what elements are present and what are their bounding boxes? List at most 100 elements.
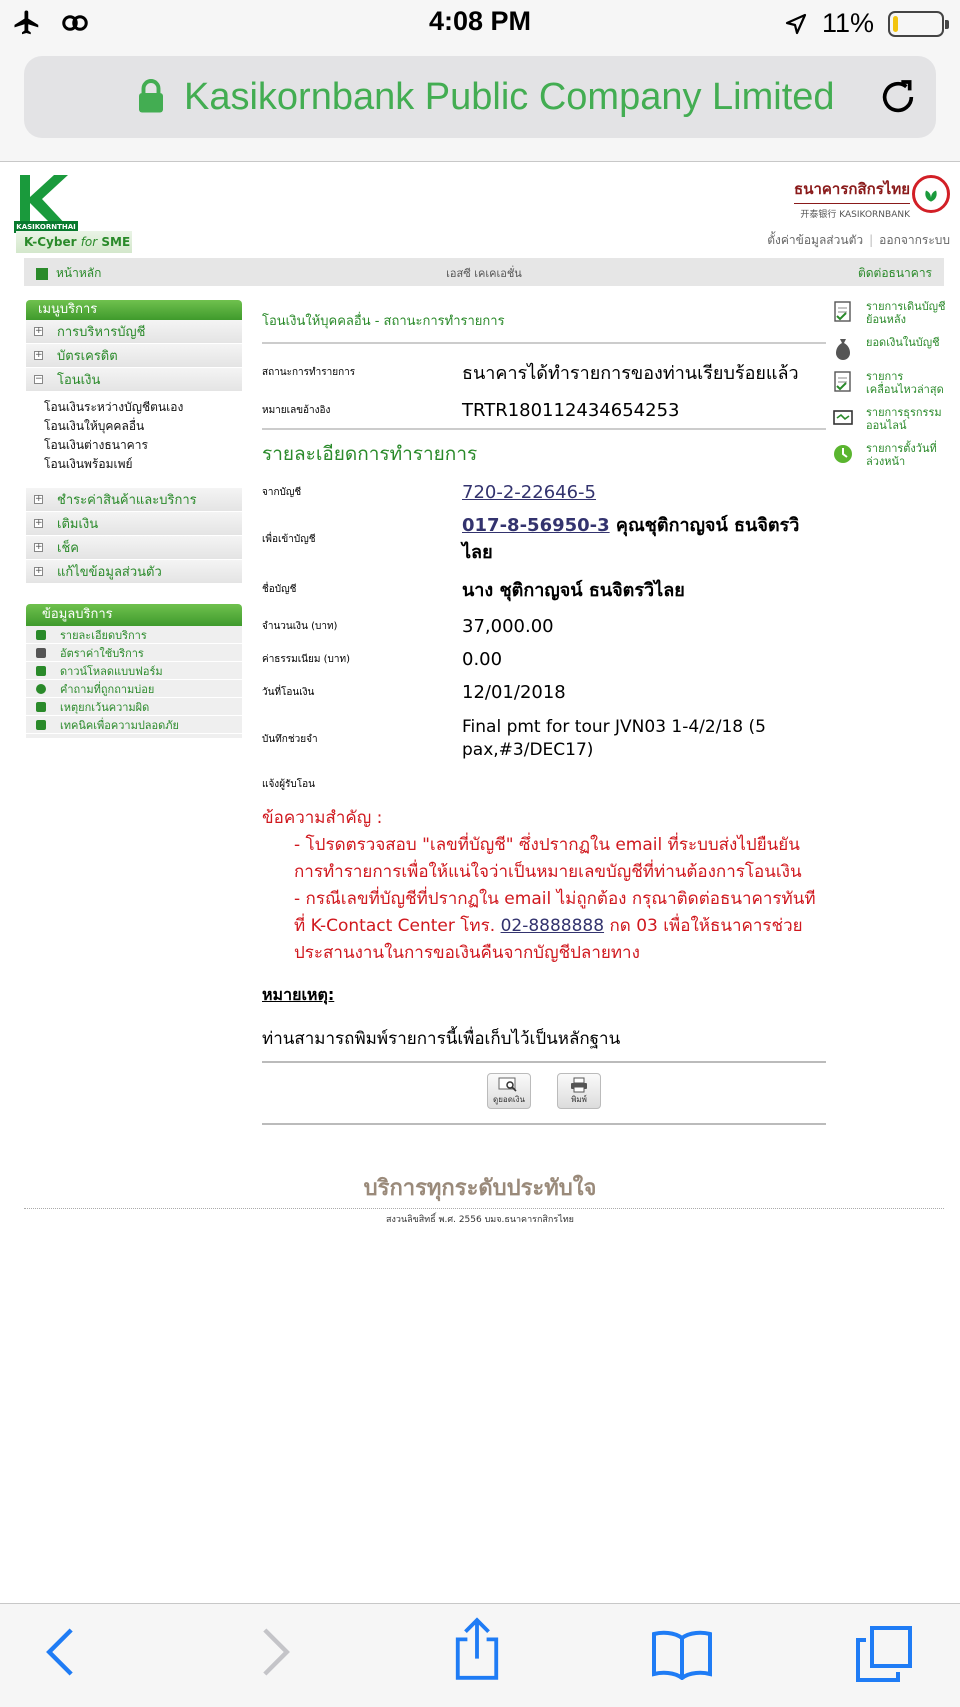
fee-label: ค่าธรรมเนียม (บาท) (262, 654, 350, 665)
notice-title: ข้อความสำคัญ : (262, 808, 383, 828)
service-info-list: รายละเอียดบริการอัตราค่าใช้บริการดาวน์โห… (26, 626, 242, 738)
memo-value: Final pmt for tour JVN03 1-4/2/18 (5 pax… (462, 717, 766, 760)
sidebar-menu-item[interactable]: + การบริหารบัญชี (26, 320, 242, 344)
question-icon (36, 683, 46, 694)
status-value: ธนาคารได้ทำรายการของท่านเรียบร้อยแล้ว (462, 362, 799, 384)
sidebar-menu-item[interactable]: + แก้ไขข้อมูลส่วนตัว (26, 560, 242, 584)
bank-name: ธนาคารกสิกรไทย 开泰银行 KASIKORNBANK (794, 177, 910, 220)
tabs-icon[interactable] (854, 1624, 914, 1684)
menu-title: เมนูบริการ (26, 300, 242, 320)
reference-value: TRTR180112434654253 (462, 399, 680, 421)
quick-link-label: รายการเคลื่อนไหวล่าสุด (866, 370, 944, 396)
quick-links: รายการเดินบัญชีย้อนหลังยอดเงินในบัญชีราย… (832, 300, 952, 478)
service-info-label: ดาวน์โหลดแบบฟอร์ม (60, 664, 163, 678)
service-info-item[interactable]: คำถามที่ถูกถามบ่อย (26, 680, 242, 698)
star-icon (36, 629, 46, 640)
from-account-link[interactable]: 720-2-22646-5 (462, 482, 596, 503)
service-info-item[interactable]: ดาวน์โหลดแบบฟอร์ม (26, 662, 242, 680)
account-name-label: ชื่อบัญชี (262, 583, 297, 595)
footer-divider (24, 1208, 944, 1209)
expand-icon: + (34, 326, 43, 336)
quick-link[interactable]: รายการเดินบัญชีย้อนหลัง (832, 300, 952, 326)
print-button[interactable]: พิมพ์ (557, 1073, 601, 1109)
status-right: 11% (784, 8, 949, 39)
submenu-item[interactable]: โอนเงินต่างธนาคาร (44, 436, 242, 455)
reference-row: หมายเลขอ้างอิง TRTR180112434654253 (262, 392, 826, 430)
quick-link[interactable]: รายการตั้งวันที่ล่วงหน้า (832, 442, 952, 468)
submenu-item[interactable]: โอนเงินระหว่างบัญชีตนเอง (44, 398, 242, 417)
notice-item-2: - กรณีเลขที่บัญชีที่ปรากฏใน email ไม่ถูก… (294, 889, 816, 963)
amount-row: จำนวนเงิน (บาท) 37,000.00 (262, 610, 826, 643)
service-info-item[interactable]: เหตุยกเว้นความผิด (26, 698, 242, 716)
submenu-item[interactable]: โอนเงินให้บุคคลอื่น (44, 417, 242, 436)
bookmarks-icon[interactable] (650, 1628, 714, 1680)
quick-link[interactable]: รายการธุรกรรมออนไลน์ (832, 406, 952, 432)
battery-percent: 11% (821, 8, 874, 38)
sidebar-menu-label: โอนเงิน (57, 373, 101, 388)
service-info-item[interactable]: อัตราค่าใช้บริการ (26, 644, 242, 662)
contact-bank-link[interactable]: ติดต่อธนาคาร (858, 264, 932, 283)
service-info-item[interactable]: เทคนิคเพื่อความปลอดภัย (26, 716, 242, 734)
lock-icon (139, 79, 163, 113)
calculator-icon (36, 647, 46, 658)
padlock-icon (36, 719, 46, 730)
service-info-item[interactable]: รายละเอียดบริการ (26, 626, 242, 644)
sidebar-menu-item[interactable]: − โอนเงิน (26, 368, 242, 392)
expand-icon: + (34, 566, 43, 576)
to-account-label: เพื่อเข้าบัญชี (262, 533, 316, 545)
bank-header: KASIKORNTHAI K-Cyber for SME ธนาคารกสิกร… (0, 163, 960, 255)
service-info-label: รายละเอียดบริการ (60, 628, 147, 642)
submenu-item[interactable]: โอนเงินพร้อมเพย์ (44, 455, 242, 474)
contact-phone-link[interactable]: 02-8888888 (501, 916, 604, 936)
transfer-submenu: โอนเงินระหว่างบัญชีตนเอง โอนเงินให้บุคคลอ… (26, 392, 242, 488)
memo-row: บันทึกช่วยจำ Final pmt for tour JVN03 1-… (262, 709, 826, 769)
to-account-link[interactable]: 017-8-56950-3 (462, 515, 610, 536)
settings-link[interactable]: ตั้งค่าข้อมูลส่วนตัว (767, 233, 863, 247)
page-title: โอนเงินให้บุคคลอื่น - สถานะการทำรายการ (262, 300, 826, 344)
main-content: โอนเงินให้บุคคลอื่น - สถานะการทำรายการ ส… (262, 300, 826, 1125)
browser-address-area: Kasikornbank Public Company Limited (0, 50, 960, 162)
sidebar-menu-item[interactable]: + เติมเงิน (26, 512, 242, 536)
sidebar-menu-item[interactable]: + บัตรเครดิต (26, 344, 242, 368)
section-title: รายละเอียดการทำรายการ (262, 443, 478, 465)
sidebar-menu-item[interactable]: + เช็ค (26, 536, 242, 560)
sidebar-menu-item[interactable]: + ชำระค่าสินค้าและบริการ (26, 488, 242, 512)
location-arrow-icon (785, 13, 807, 34)
service-info-label: อัตราค่าใช้บริการ (60, 646, 144, 660)
bank-name-english: 开泰银行 KASIKORNBANK (800, 210, 910, 220)
reload-icon[interactable] (878, 76, 918, 118)
account-name-row: ชื่อบัญชี นาง ชุติกาญจน์ ธนจิตรวิไลย (262, 568, 826, 610)
status-row: สถานะการทำรายการ ธนาคารได้ทำรายการของท่า… (262, 352, 826, 392)
from-account-row: จากบัญชี 720-2-22646-5 (262, 474, 826, 510)
address-bar[interactable]: Kasikornbank Public Company Limited (24, 56, 936, 138)
money-bag-icon (836, 339, 850, 360)
browser-toolbar (0, 1603, 960, 1707)
kbank-seal-icon (912, 175, 950, 213)
back-icon[interactable] (40, 1624, 84, 1680)
copyright: สงวนลิขสิทธิ์ พ.ศ. 2556 บมจ.ธนาคารกสิกรไ… (386, 1215, 574, 1225)
quick-link-label: ยอดเงินในบัญชี (866, 336, 940, 349)
sidebar: เมนูบริการ + การบริหารบัญชี + บัตรเครดิต − โอ… (26, 300, 242, 738)
view-balance-button[interactable]: ดูยอดเงิน (487, 1073, 531, 1109)
logout-link[interactable]: ออกจากระบบ (879, 233, 950, 247)
notify-recipient-row: แจ้งผู้รับโอน (262, 769, 826, 799)
sidebar-menu-label: เติมเงิน (57, 517, 99, 532)
amount-value: 37,000.00 (462, 616, 554, 637)
sidebar-menu-label: ชำระค่าสินค้าและบริการ (57, 493, 197, 508)
printer-icon (571, 1077, 587, 1093)
from-account-label: จากบัญชี (262, 486, 302, 498)
footer-slogan: บริการทุกระดับประทับใจ (363, 1176, 597, 1201)
share-icon[interactable] (452, 1616, 502, 1682)
url-text[interactable]: Kasikornbank Public Company Limited (184, 76, 835, 119)
forward-icon[interactable] (252, 1624, 296, 1680)
quick-link[interactable]: ยอดเงินในบัญชี (832, 336, 952, 360)
fee-value: 0.00 (462, 649, 503, 670)
statement-icon (834, 301, 851, 322)
service-info-title: ข้อมูลบริการ (26, 604, 242, 626)
collapse-icon: − (34, 374, 43, 384)
quick-link[interactable]: รายการเคลื่อนไหวล่าสุด (832, 370, 952, 396)
sidebar-menu-label: แก้ไขข้อมูลส่วนตัว (57, 565, 162, 580)
handshake-icon (36, 701, 46, 712)
online-transactions-icon (833, 410, 853, 425)
menu-bottom: + ชำระค่าสินค้าและบริการ + เติมเงิน + เช็ค + แก… (26, 488, 242, 584)
